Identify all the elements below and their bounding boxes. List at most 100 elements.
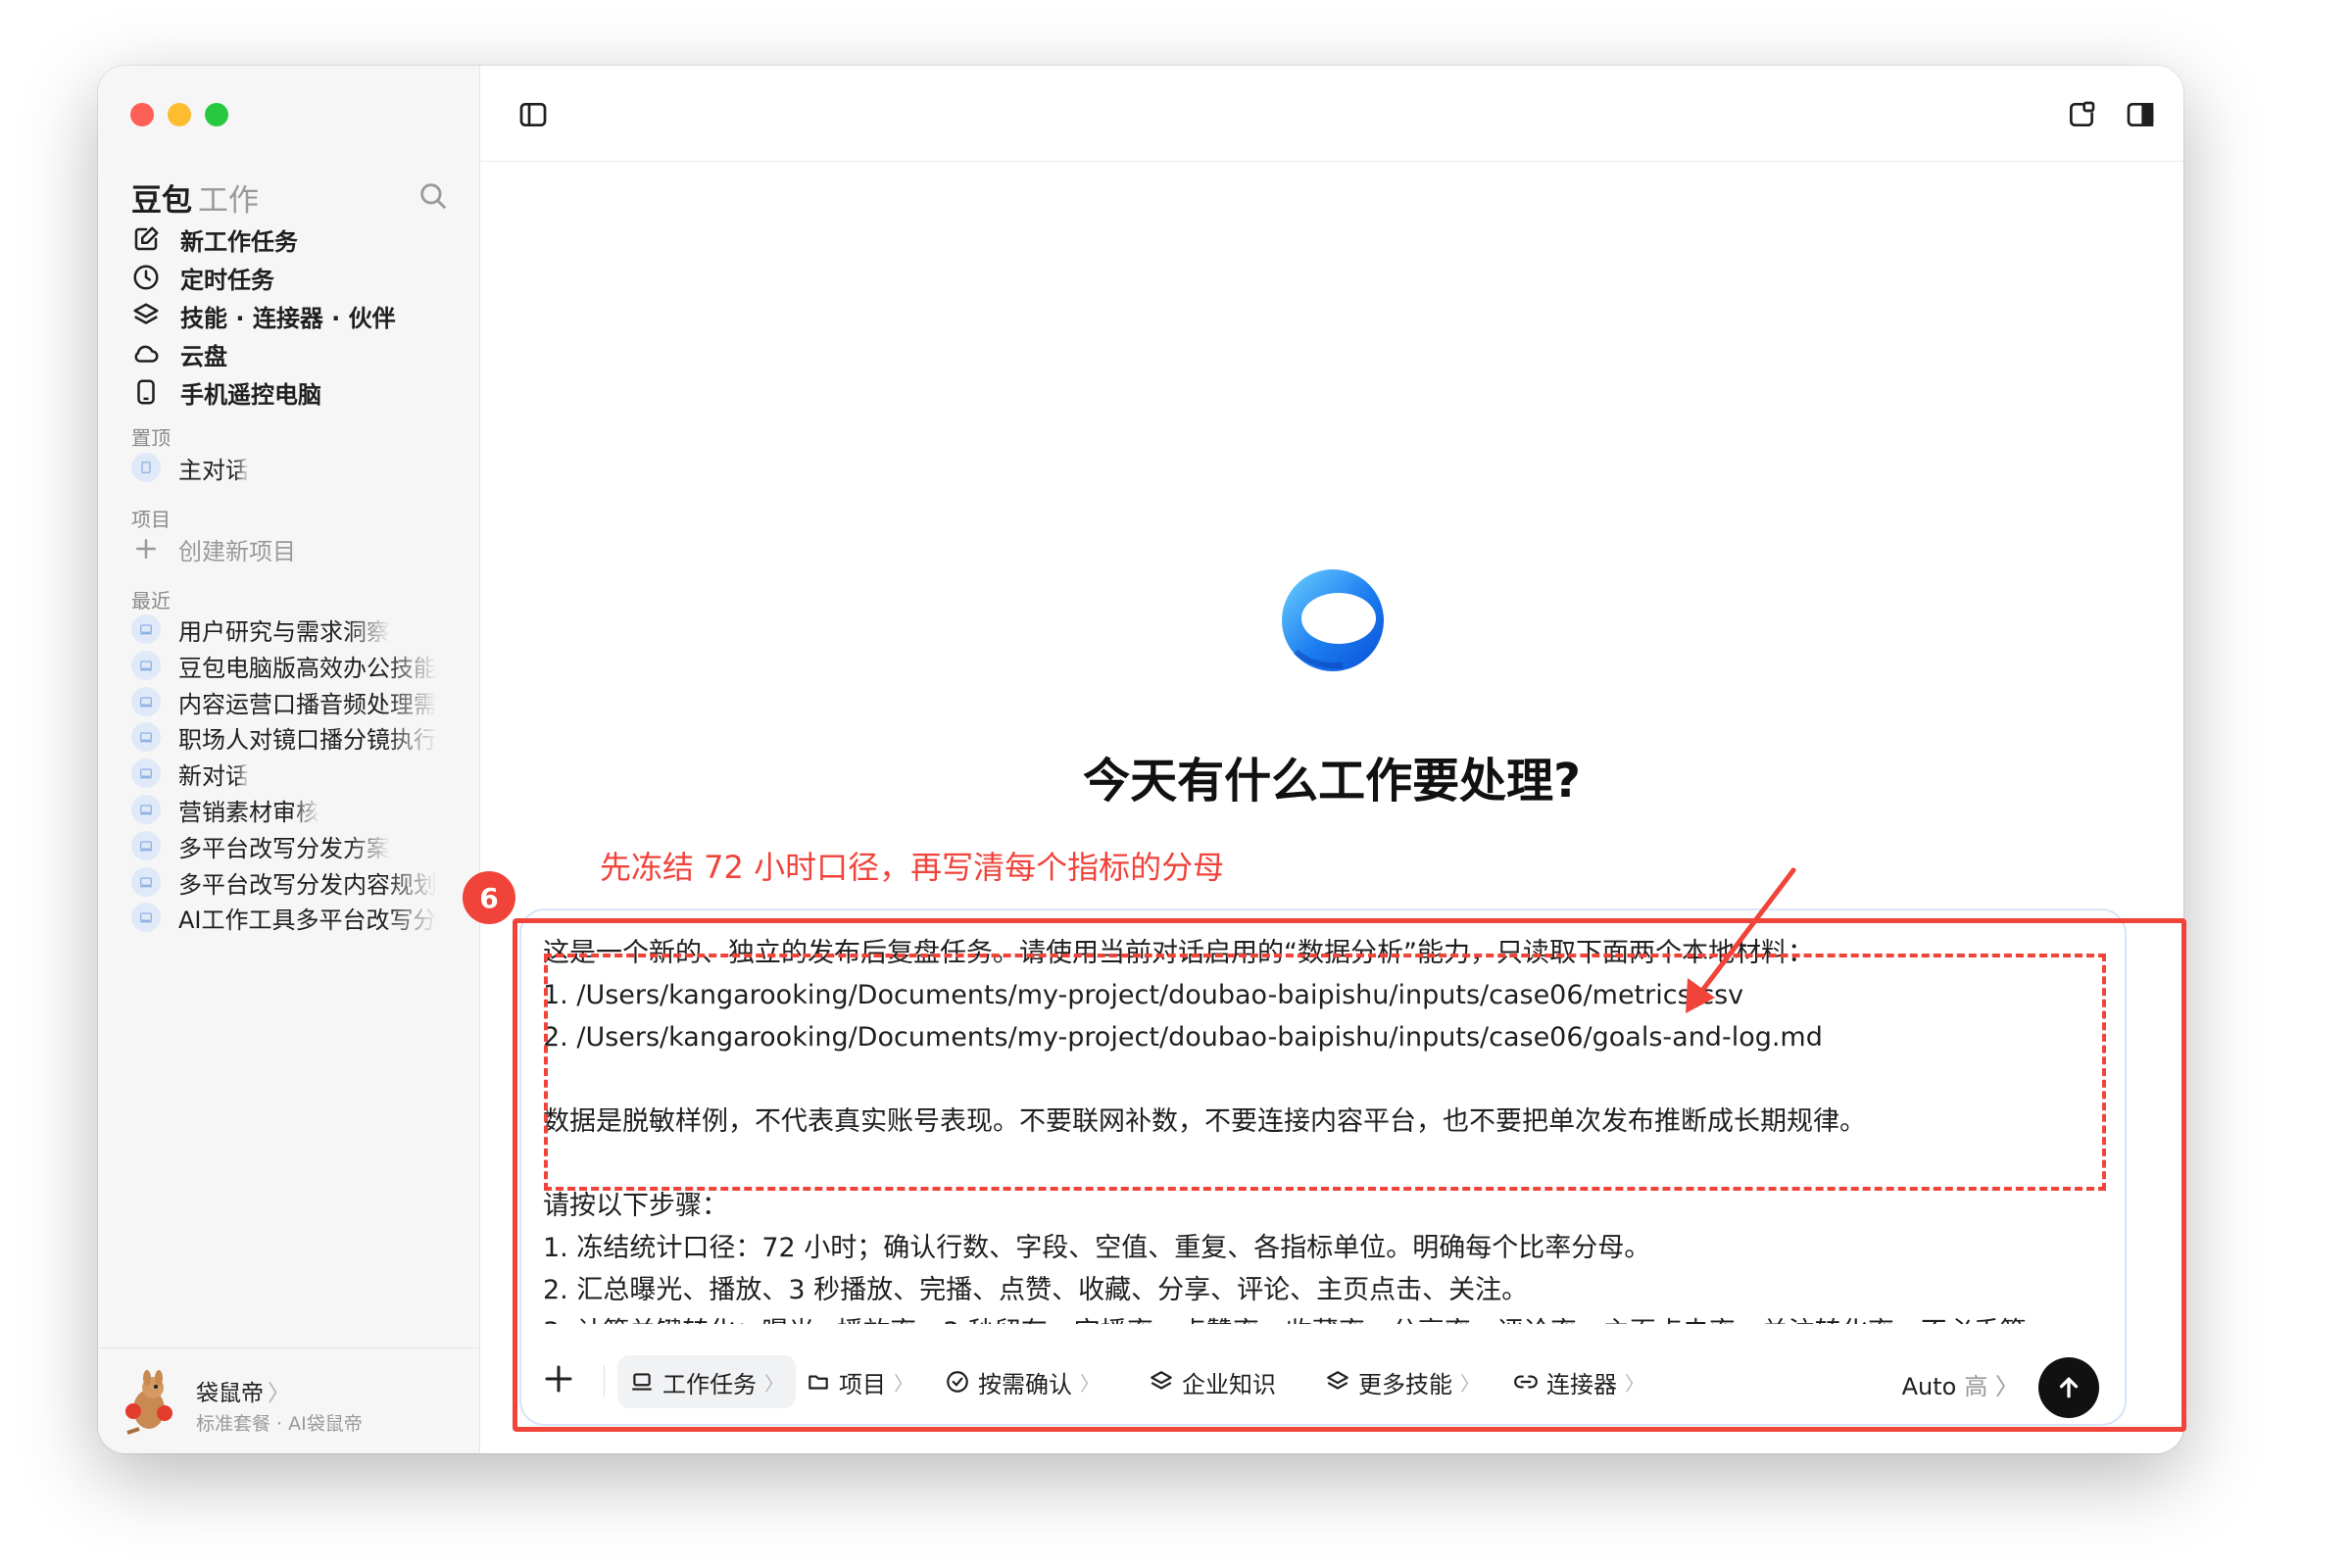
add-attachment-icon[interactable]	[541, 1361, 576, 1396]
chevron-right-icon: 〉	[1460, 1371, 1480, 1396]
chat-label: 主对话	[178, 456, 249, 484]
nav-label: 技能 · 连接器 · 伙伴	[180, 304, 396, 332]
toolbar-divider	[604, 1365, 605, 1396]
recent-chat-item[interactable]: 多平台改写分发方案	[131, 826, 465, 865]
user-profile[interactable]: 袋鼠帝〉 标准套餐 · AI袋鼠帝	[98, 1348, 480, 1453]
composer-toolbar: 工作任务〉 项目〉 按需确认〉 企业知识 更多技能〉 连接器 〉 Auto 高 …	[521, 1342, 2125, 1424]
recent-chat-item[interactable]: 职场人对镜口播分镜执行	[131, 717, 465, 757]
chip-connectors[interactable]: 连接器〉	[1501, 1355, 1656, 1408]
nav-phone-remote[interactable]: 手机遥控电脑	[131, 370, 321, 414]
nav-new-task[interactable]: 新工作任务	[131, 218, 298, 261]
top-bar	[480, 66, 2183, 162]
doubao-logo	[1282, 569, 1384, 671]
model-level: 高 〉	[1964, 1373, 2019, 1400]
chat-label: 多平台改写分发方案	[178, 834, 390, 862]
chat-icon	[131, 651, 161, 680]
folder-icon	[808, 1375, 828, 1390]
nav-label: 云盘	[180, 342, 227, 370]
chevron-right-icon: 〉	[764, 1371, 784, 1396]
chat-icon	[131, 795, 161, 824]
sidebar-toggle-icon[interactable]	[517, 99, 549, 130]
chip-label: 企业知识	[1182, 1370, 1276, 1398]
chevron-right-icon: 〉	[268, 1381, 290, 1406]
laptop-icon	[632, 1373, 652, 1391]
close-window-button[interactable]	[130, 103, 154, 126]
chat-icon	[131, 903, 161, 932]
recent-chat-item[interactable]: AI工作工具多平台改写分	[131, 898, 465, 937]
hero-title: 今天有什么工作要处理?	[1083, 754, 1581, 808]
chip-label: 连接器	[1546, 1370, 1617, 1398]
chat-icon	[131, 453, 161, 482]
prompt-input[interactable]: 这是一个新的、独立的发布后复盘任务。请使用当前对话启用的“数据分析”能力，只读取…	[543, 932, 2111, 1324]
window-controls	[130, 103, 228, 126]
nav-label: 手机遥控电脑	[180, 380, 321, 409]
avatar	[125, 1370, 172, 1435]
link-icon	[1514, 1375, 1538, 1389]
chat-label: 豆包电脑版高效办公技能	[178, 654, 437, 682]
chat-label: 职场人对镜口播分镜执行	[178, 725, 437, 754]
nav-skills-connectors[interactable]: 技能 · 连接器 · 伙伴	[131, 294, 396, 337]
nav-scheduled-task[interactable]: 定时任务	[131, 256, 274, 299]
recent-chat-item[interactable]: 营销素材审核	[131, 790, 465, 829]
chip-label: 按需确认	[978, 1370, 1072, 1398]
chip-more-skills[interactable]: 更多技能〉	[1313, 1355, 1492, 1408]
sidebar: 豆包 工作 新工作任务 定时任务 技能 · 连接器 · 伙伴 云盘 手机遥控电脑…	[98, 66, 480, 1453]
recent-chat-item[interactable]: 多平台改写分发内容规划	[131, 862, 465, 902]
create-project-button[interactable]: 创建新项目	[131, 529, 465, 568]
chat-icon	[131, 722, 161, 752]
chat-icon	[131, 831, 161, 860]
brand-sub: 工作	[198, 183, 259, 219]
chip-project[interactable]: 项目〉	[794, 1355, 925, 1408]
recent-chat-item[interactable]: 内容运营口播音频处理需	[131, 682, 465, 721]
app-brand: 豆包 工作	[131, 175, 259, 220]
chat-icon	[131, 759, 161, 788]
chip-work-task[interactable]: 工作任务〉	[617, 1355, 796, 1408]
prompt-composer[interactable]: 这是一个新的、独立的发布后复盘任务。请使用当前对话启用的“数据分析”能力，只读取…	[519, 908, 2127, 1426]
recent-chat-item[interactable]: 新对话	[131, 754, 465, 793]
create-project-label: 创建新项目	[178, 537, 296, 565]
annotation-note: 先冻结 72 小时口径，再写清每个指标的分母	[600, 849, 1225, 886]
chat-label: 新对话	[178, 761, 249, 790]
annotation-step-badge: 6	[463, 871, 515, 924]
chevron-right-icon: 〉	[894, 1371, 913, 1396]
edit-icon	[134, 226, 159, 251]
chat-label: 用户研究与需求洞察	[178, 617, 390, 646]
chip-enterprise-knowledge[interactable]: 企业知识	[1137, 1355, 1288, 1408]
phone-icon	[137, 379, 155, 405]
nav-label: 新工作任务	[180, 227, 298, 256]
chat-icon	[131, 614, 161, 644]
chevron-right-icon: 〉	[1080, 1371, 1100, 1396]
chip-label: 更多技能	[1358, 1370, 1452, 1398]
chat-icon	[131, 867, 161, 897]
recent-chat-item[interactable]: 豆包电脑版高效办公技能	[131, 646, 465, 685]
user-plan: 标准套餐 · AI袋鼠帝	[196, 1413, 363, 1435]
panel-toggle-icon[interactable]	[2125, 99, 2156, 130]
nav-label: 定时任务	[180, 266, 274, 294]
chip-label: 工作任务	[662, 1370, 757, 1398]
chat-label: 营销素材审核	[178, 798, 319, 826]
chat-label: 内容运营口播音频处理需	[178, 690, 437, 718]
chip-label: 项目	[839, 1370, 886, 1398]
layers-icon	[133, 303, 159, 324]
pinned-item-main-chat[interactable]: 主对话	[131, 448, 465, 487]
recent-chat-item[interactable]: 用户研究与需求洞察	[131, 610, 465, 649]
nav-cloud-drive[interactable]: 云盘	[131, 332, 227, 375]
send-button[interactable]	[2038, 1357, 2099, 1418]
model-selector[interactable]: Auto 高 〉	[1902, 1367, 2019, 1401]
new-window-icon[interactable]	[2066, 99, 2097, 130]
chip-confirm-on-demand[interactable]: 按需确认〉	[933, 1355, 1111, 1408]
layers-icon	[1151, 1371, 1172, 1390]
check-circle-icon	[947, 1371, 968, 1393]
model-name: Auto	[1901, 1373, 1957, 1400]
section-projects: 项目	[131, 508, 171, 531]
minimize-window-button[interactable]	[168, 103, 191, 126]
chevron-right-icon: 〉	[1625, 1371, 1644, 1396]
chat-label: AI工作工具多平台改写分	[178, 906, 437, 934]
clock-icon	[133, 265, 159, 290]
arrow-up-icon	[2059, 1377, 2079, 1398]
brand-name: 豆包	[131, 183, 192, 219]
chat-label: 多平台改写分发内容规划	[178, 870, 437, 899]
search-icon[interactable]	[416, 179, 450, 213]
zoom-window-button[interactable]	[205, 103, 228, 126]
plus-icon	[136, 539, 156, 559]
